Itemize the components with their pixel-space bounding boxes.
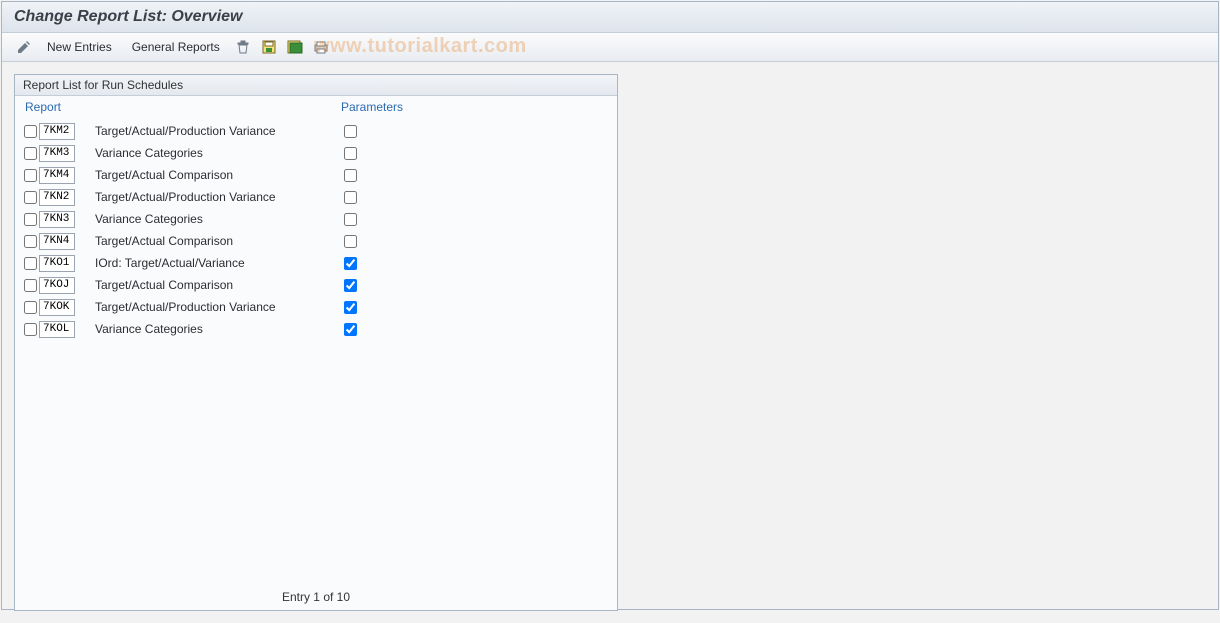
row-select-checkbox[interactable] [24, 323, 37, 336]
row-select-checkbox[interactable] [24, 235, 37, 248]
report-description: Variance Categories [79, 212, 341, 226]
report-code-input[interactable] [39, 299, 75, 316]
toolbar: New Entries General Reports www.tutorial… [2, 33, 1218, 62]
row-select-checkbox[interactable] [24, 279, 37, 292]
general-reports-button[interactable]: General Reports [125, 37, 227, 57]
column-header-report: Report [25, 100, 341, 114]
entry-position: Entry 1 of 10 [15, 588, 617, 610]
parameters-checkbox[interactable] [344, 147, 357, 160]
report-code-input[interactable] [39, 189, 75, 206]
table-row: Target/Actual Comparison [21, 274, 607, 296]
parameters-checkbox[interactable] [344, 235, 357, 248]
report-description: Target/Actual/Production Variance [79, 300, 341, 314]
row-select-checkbox[interactable] [24, 301, 37, 314]
report-description: Variance Categories [79, 146, 341, 160]
report-code-input[interactable] [39, 167, 75, 184]
parameters-checkbox[interactable] [344, 169, 357, 182]
report-description: Target/Actual/Production Variance [79, 124, 341, 138]
parameters-checkbox[interactable] [344, 191, 357, 204]
table-row: Variance Categories [21, 318, 607, 340]
report-code-input[interactable] [39, 255, 75, 272]
report-code-input[interactable] [39, 321, 75, 338]
report-description: IOrd: Target/Actual/Variance [79, 256, 341, 270]
table-row: Target/Actual/Production Variance [21, 120, 607, 142]
new-entries-button[interactable]: New Entries [40, 37, 119, 57]
report-description: Target/Actual Comparison [79, 168, 341, 182]
table-row: Variance Categories [21, 142, 607, 164]
print-icon[interactable] [311, 38, 331, 56]
content-area: Report List for Run Schedules Report Par… [2, 62, 1218, 623]
page-title: Change Report List: Overview [14, 8, 1206, 26]
row-select-checkbox[interactable] [24, 125, 37, 138]
report-code-input[interactable] [39, 145, 75, 162]
table-row: Target/Actual Comparison [21, 230, 607, 252]
app-window: Change Report List: Overview New Entries… [1, 1, 1219, 610]
parameters-checkbox[interactable] [344, 301, 357, 314]
titlebar: Change Report List: Overview [2, 2, 1218, 33]
report-description: Target/Actual Comparison [79, 234, 341, 248]
parameters-checkbox[interactable] [344, 323, 357, 336]
panel-title: Report List for Run Schedules [15, 75, 617, 96]
row-select-checkbox[interactable] [24, 257, 37, 270]
save-icon[interactable] [259, 38, 279, 56]
row-select-checkbox[interactable] [24, 147, 37, 160]
column-header-parameters: Parameters [341, 100, 607, 114]
parameters-checkbox[interactable] [344, 213, 357, 226]
report-code-input[interactable] [39, 233, 75, 250]
pencil-icon[interactable] [14, 38, 34, 56]
watermark: www.tutorialkart.com [314, 35, 527, 58]
report-code-input[interactable] [39, 211, 75, 228]
panel-spacer [15, 340, 617, 588]
table-row: Target/Actual Comparison [21, 164, 607, 186]
report-code-input[interactable] [39, 123, 75, 140]
column-headers: Report Parameters [15, 96, 617, 116]
select-all-icon[interactable] [285, 38, 305, 56]
parameters-checkbox[interactable] [344, 257, 357, 270]
table-row: Variance Categories [21, 208, 607, 230]
row-select-checkbox[interactable] [24, 213, 37, 226]
report-list-panel: Report List for Run Schedules Report Par… [14, 74, 618, 611]
report-description: Target/Actual Comparison [79, 278, 341, 292]
row-select-checkbox[interactable] [24, 191, 37, 204]
parameters-checkbox[interactable] [344, 279, 357, 292]
table-row: Target/Actual/Production Variance [21, 186, 607, 208]
delete-icon[interactable] [233, 38, 253, 56]
report-code-input[interactable] [39, 277, 75, 294]
table-row: Target/Actual/Production Variance [21, 296, 607, 318]
report-description: Variance Categories [79, 322, 341, 336]
parameters-checkbox[interactable] [344, 125, 357, 138]
report-description: Target/Actual/Production Variance [79, 190, 341, 204]
rows-container: Target/Actual/Production Variance Varianc… [15, 116, 617, 340]
table-row: IOrd: Target/Actual/Variance [21, 252, 607, 274]
row-select-checkbox[interactable] [24, 169, 37, 182]
